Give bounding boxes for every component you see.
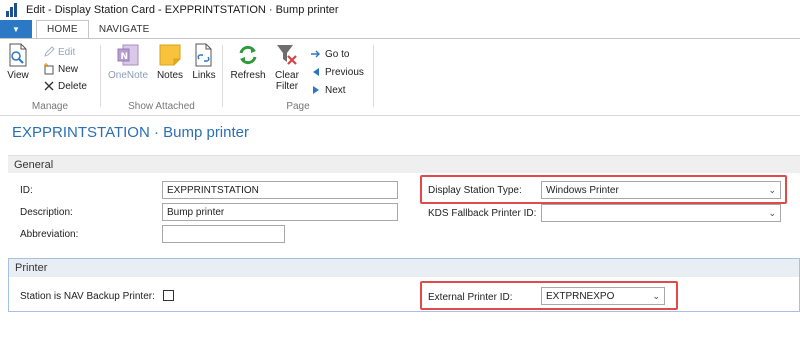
links-icon xyxy=(192,43,216,67)
app-icon xyxy=(6,3,20,17)
fasttab-printer-header[interactable]: Printer xyxy=(9,259,799,277)
notes-icon xyxy=(158,43,182,67)
tab-home[interactable]: HOME xyxy=(36,20,89,39)
edit-label: Edit xyxy=(58,46,76,58)
ribbon-tabs: ▼ HOME NAVIGATE xyxy=(0,20,800,39)
svg-text:N: N xyxy=(121,52,129,62)
onenote-icon: N xyxy=(116,43,140,67)
clear-filter-icon xyxy=(275,43,299,67)
title-bar: Edit - Display Station Card - EXPPRINTST… xyxy=(0,0,800,20)
onenote-label: OneNote xyxy=(107,70,149,81)
goto-button[interactable]: Go to xyxy=(309,47,349,61)
ribbon: View Edit New Delete Manage N OneNote No… xyxy=(0,38,800,116)
refresh-label: Refresh xyxy=(230,70,266,81)
window-title: Edit - Display Station Card - EXPPRINTST… xyxy=(26,4,339,16)
group-label-manage: Manage xyxy=(31,101,69,112)
arrow-right-icon xyxy=(309,48,323,60)
tab-navigate[interactable]: NAVIGATE xyxy=(89,20,160,38)
page-title: EXPPRINTSTATION · Bump printer xyxy=(12,124,249,141)
goto-label: Go to xyxy=(325,48,350,60)
edit-button[interactable]: Edit xyxy=(42,45,75,59)
refresh-button[interactable]: Refresh xyxy=(230,43,266,81)
new-label: New xyxy=(58,63,79,75)
id-field[interactable]: EXPPRINTSTATION xyxy=(162,181,398,199)
refresh-icon xyxy=(236,43,260,67)
links-label: Links xyxy=(192,70,216,81)
highlight-display-station-type xyxy=(420,175,787,204)
application-menu-button[interactable]: ▼ xyxy=(0,20,32,38)
description-field[interactable]: Bump printer xyxy=(162,203,398,221)
group-show-attached: N OneNote Notes Links Show Attached xyxy=(101,41,222,115)
delete-icon xyxy=(42,80,56,92)
fasttab-printer: Printer xyxy=(8,258,800,312)
edit-icon xyxy=(42,46,56,58)
ribbon-separator xyxy=(373,45,374,107)
delete-label: Delete xyxy=(58,80,87,92)
clear-filter-label-line2: Filter xyxy=(275,81,299,92)
chevron-down-icon: ⌄ xyxy=(768,207,776,218)
triangle-right-icon xyxy=(309,84,323,96)
triangle-left-icon xyxy=(309,66,323,78)
group-page: Refresh Clear Filter Go to Previous Next… xyxy=(223,41,373,115)
kds-fallback-printer-label: KDS Fallback Printer ID: xyxy=(428,208,537,219)
previous-label: Previous xyxy=(325,66,364,78)
description-label: Description: xyxy=(20,207,73,218)
onenote-button[interactable]: N OneNote xyxy=(107,43,149,81)
clear-filter-label-line1: Clear xyxy=(275,70,299,81)
new-button[interactable]: New xyxy=(42,62,78,76)
nav-backup-printer-checkbox[interactable] xyxy=(163,290,174,301)
kds-fallback-printer-select[interactable]: ⌄ xyxy=(541,204,781,222)
notes-button[interactable]: Notes xyxy=(155,43,185,81)
clear-filter-button[interactable]: Clear Filter xyxy=(273,43,301,92)
view-label: View xyxy=(7,70,29,81)
fasttab-general-header[interactable]: General xyxy=(8,155,800,173)
new-icon xyxy=(42,63,56,75)
previous-button[interactable]: Previous xyxy=(309,65,364,79)
nav-backup-printer-label: Station is NAV Backup Printer: xyxy=(20,291,155,302)
group-label-show-attached: Show Attached xyxy=(128,101,195,112)
delete-button[interactable]: Delete xyxy=(42,79,87,93)
abbreviation-label: Abbreviation: xyxy=(20,229,79,240)
next-label: Next xyxy=(325,84,346,96)
next-button[interactable]: Next xyxy=(309,83,346,97)
group-label-page: Page xyxy=(286,101,310,112)
id-label: ID: xyxy=(20,185,33,196)
highlight-external-printer-id xyxy=(420,281,678,310)
abbreviation-field[interactable] xyxy=(162,225,285,243)
links-button[interactable]: Links xyxy=(191,43,217,81)
view-icon xyxy=(6,43,30,67)
notes-label: Notes xyxy=(156,70,184,81)
view-button[interactable]: View xyxy=(6,43,30,81)
group-manage: View Edit New Delete Manage xyxy=(0,41,100,115)
